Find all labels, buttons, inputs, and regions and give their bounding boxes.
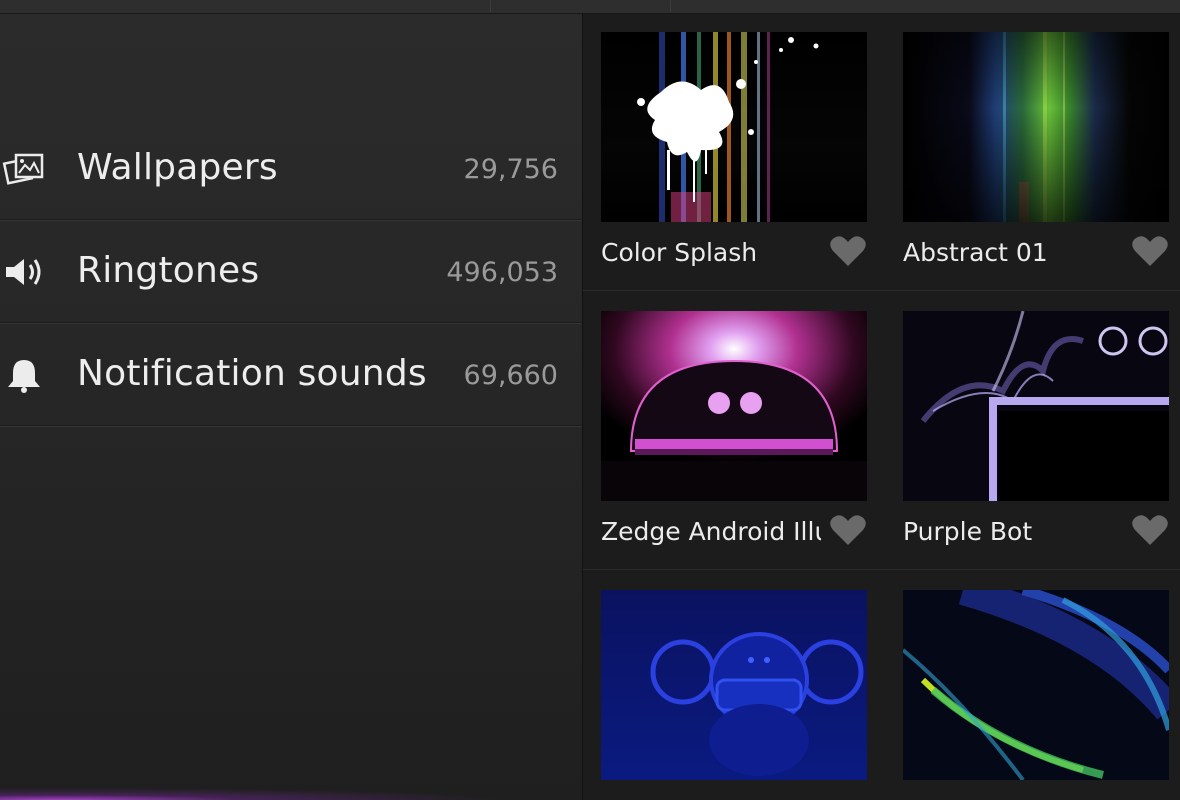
wallpaper-thumbnail-abstract-01[interactable] (903, 32, 1169, 222)
wallpaper-title: Abstract 01 (903, 238, 1048, 267)
wallpaper-thumbnail-purple-bot[interactable] (903, 311, 1169, 501)
wallpaper-thumbnail-swirl[interactable] (903, 590, 1169, 780)
row-divider (583, 290, 1180, 291)
wallpaper-thumbnail-color-splash[interactable] (601, 32, 867, 222)
top-bar-tab[interactable] (490, 0, 670, 12)
row-divider (583, 569, 1180, 570)
top-bar (0, 0, 1180, 14)
category-count: 496,053 (446, 257, 558, 288)
category-label: Ringtones (77, 250, 260, 291)
category-notification-sounds[interactable]: Notification sounds 69,660 (0, 323, 582, 426)
category-ringtones[interactable]: Ringtones 496,053 (0, 220, 582, 323)
wallpaper-card[interactable]: Abstract 01 (903, 32, 1169, 267)
wallpapers-icon (2, 153, 44, 185)
app-screen: Wallpapers 29,756 Ringtones 496,053 Noti… (0, 0, 1180, 800)
wallpaper-title: Color Splash (601, 238, 758, 267)
heart-icon[interactable] (829, 513, 867, 547)
category-count: 29,756 (463, 154, 558, 185)
speaker-icon (6, 259, 41, 285)
wallpaper-card[interactable]: Color Splash (601, 32, 867, 267)
wallpaper-card[interactable] (601, 590, 867, 780)
category-count: 69,660 (463, 360, 558, 391)
heart-icon[interactable] (829, 234, 867, 268)
bottom-glow (0, 786, 582, 800)
category-label: Notification sounds (77, 353, 427, 394)
wallpaper-thumbnail-zedge-android[interactable] (601, 311, 867, 501)
top-bar-tab[interactable] (670, 0, 1095, 12)
wallpaper-title: Purple Bot (903, 517, 1033, 546)
wallpaper-card[interactable]: Zedge Android Illu (601, 311, 867, 546)
category-wallpapers[interactable]: Wallpapers 29,756 (0, 117, 582, 220)
category-label: Wallpapers (77, 147, 278, 188)
wallpaper-card[interactable] (903, 590, 1169, 780)
wallpaper-card[interactable]: Purple Bot (903, 311, 1169, 546)
category-panel: Wallpapers 29,756 Ringtones 496,053 Noti… (0, 14, 582, 800)
wallpaper-thumbnail-blue-monkey[interactable] (601, 590, 867, 780)
bell-icon (8, 360, 40, 393)
wallpaper-title: Zedge Android Illu (601, 517, 821, 546)
heart-icon[interactable] (1131, 234, 1169, 268)
heart-icon[interactable] (1131, 513, 1169, 547)
wallpaper-grid: Color Splash Abstract 01 Zedge Android I… (582, 14, 1180, 800)
